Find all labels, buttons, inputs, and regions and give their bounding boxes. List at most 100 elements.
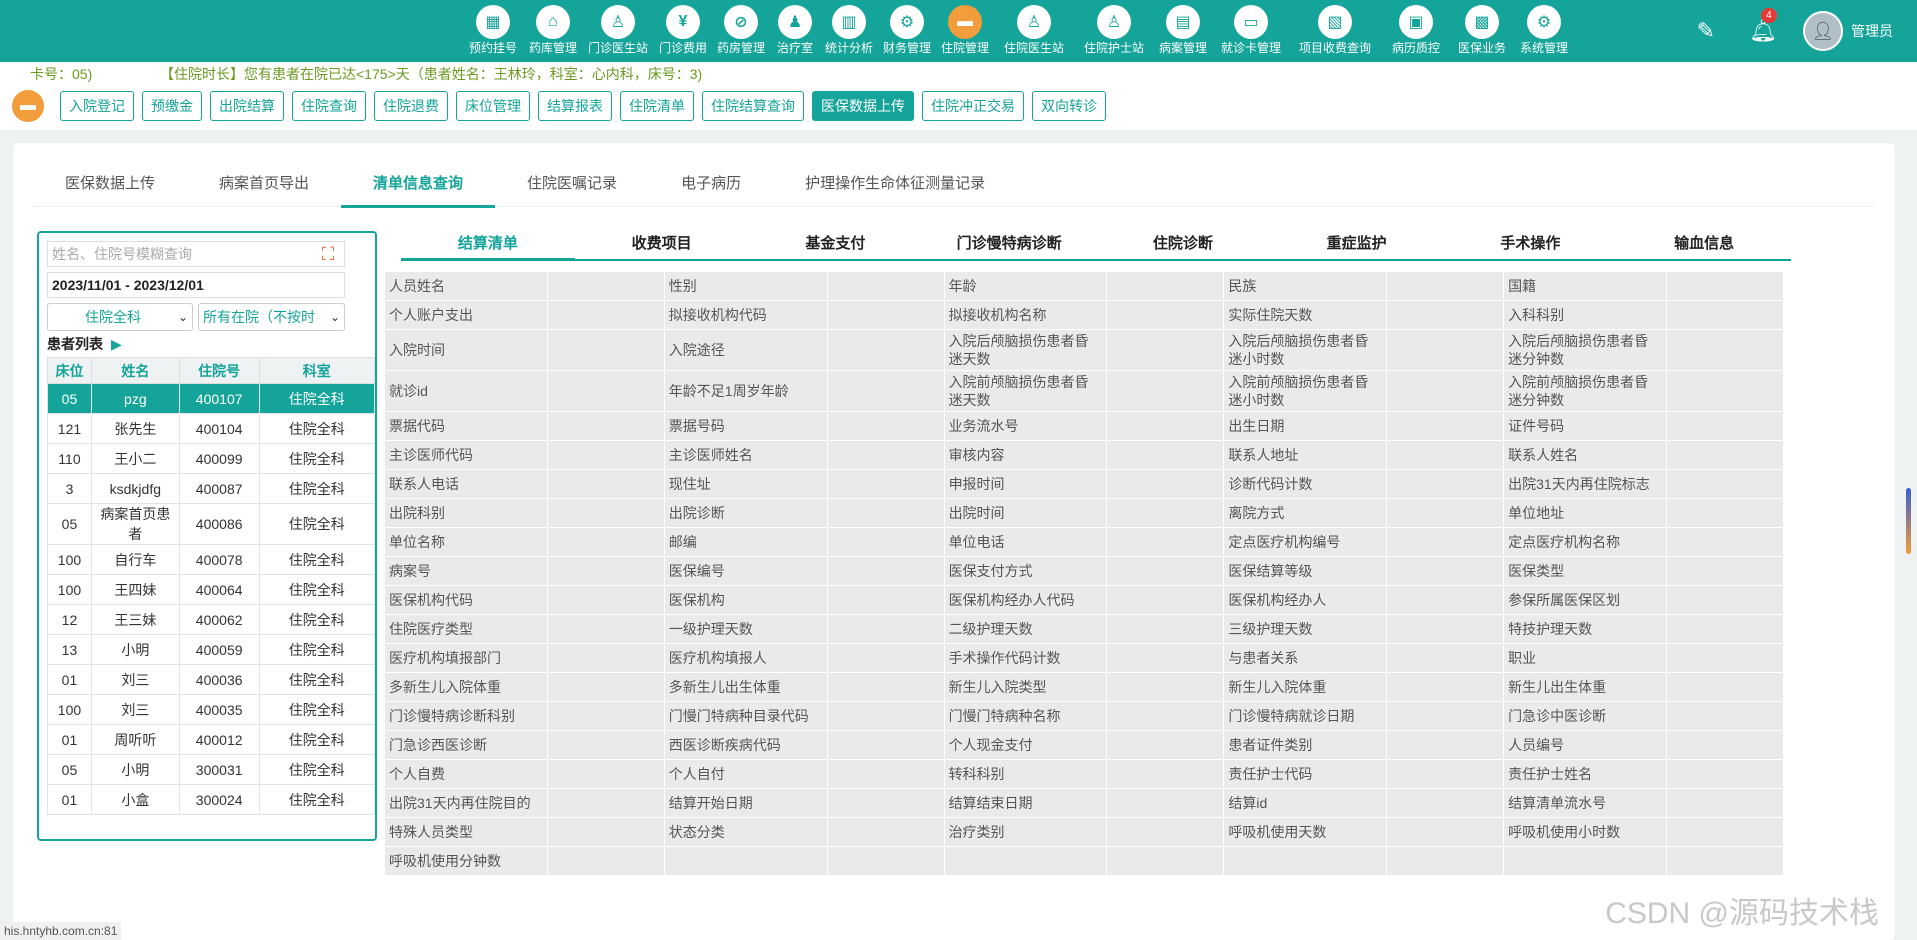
nav-icon: ▦ <box>476 5 510 39</box>
search-input[interactable] <box>52 246 316 262</box>
action-button[interactable]: 床位管理 <box>456 91 530 121</box>
field-label: 病案号 <box>384 556 548 586</box>
nav-item[interactable]: ▩ 医保业务 <box>1452 0 1512 62</box>
table-row[interactable]: 100 刘三 400035 住院全科 <box>47 694 376 725</box>
date-range-picker[interactable]: 2023/11/01 - 2023/12/01 <box>47 272 345 298</box>
table-row[interactable]: 01 周听听 400012 住院全科 <box>47 724 376 755</box>
field-value <box>826 527 945 557</box>
grid-row: 出院科别 出院诊断 出院时间 离院方式 单位地址 <box>384 498 1784 528</box>
field-value <box>1666 846 1784 876</box>
scrollbar-indicator[interactable] <box>1906 488 1911 554</box>
action-button[interactable]: 住院查询 <box>292 91 366 121</box>
sub-tab[interactable]: 手术操作 <box>1444 229 1618 259</box>
field-value <box>1666 271 1784 301</box>
table-cell: 12 <box>47 604 92 635</box>
tab[interactable]: 医保数据上传 <box>33 171 187 207</box>
action-button[interactable]: 住院清单 <box>620 91 694 121</box>
expand-arrow-icon[interactable]: ▶ <box>111 336 122 353</box>
table-row[interactable]: 121 张先生 400104 住院全科 <box>47 413 376 444</box>
field-value <box>1666 469 1784 499</box>
nav-item[interactable]: ⚙ 财务管理 <box>878 0 936 62</box>
action-button[interactable]: 预缴金 <box>142 91 202 121</box>
field-label: 申报时间 <box>943 469 1108 499</box>
action-button[interactable]: 入院登记 <box>60 91 134 121</box>
action-button[interactable]: 结算报表 <box>538 91 612 121</box>
sub-tab[interactable]: 重症监护 <box>1270 229 1444 259</box>
scan-icon[interactable]: ⛶ <box>316 244 340 265</box>
nav-item[interactable]: ▤ 病案管理 <box>1154 0 1212 62</box>
table-cell: 住院全科 <box>258 473 376 504</box>
table-row[interactable]: 100 王四妹 400064 住院全科 <box>47 574 376 605</box>
sub-tab[interactable]: 住院诊断 <box>1096 229 1270 259</box>
field-label: 呼吸机使用小时数 <box>1503 817 1667 847</box>
bell-icon[interactable]: 🔔︎ 4 <box>1749 8 1777 44</box>
tab[interactable]: 电子病历 <box>649 171 773 207</box>
tab[interactable]: 住院医嘱记录 <box>495 171 649 207</box>
nav-item[interactable]: ⌂ 药库管理 <box>524 0 582 62</box>
sub-tab[interactable]: 收费项目 <box>575 229 749 259</box>
nav-item[interactable]: ▥ 统计分析 <box>820 0 878 62</box>
action-button[interactable]: 医保数据上传 <box>812 91 914 121</box>
tab[interactable]: 清单信息查询 <box>341 171 496 208</box>
table-row[interactable]: 01 小盒 300024 住院全科 <box>47 784 376 815</box>
sub-tab[interactable]: 结算清单 <box>401 229 575 261</box>
nav-item[interactable]: ⊘ 药房管理 <box>712 0 770 62</box>
table-cell: 3 <box>47 473 92 504</box>
sub-tab[interactable]: 门诊慢特病诊断 <box>922 229 1096 259</box>
table-row[interactable]: 100 自行车 400078 住院全科 <box>47 544 376 575</box>
nav-item[interactable]: ♙ 门诊医生站 <box>582 0 654 62</box>
nav-item[interactable]: ▦ 预约挂号 <box>462 0 524 62</box>
field-value <box>1386 846 1505 876</box>
table-row[interactable]: 12 王三妹 400062 住院全科 <box>47 604 376 635</box>
field-value <box>1666 701 1784 731</box>
field-value <box>1106 730 1225 760</box>
field-value <box>826 701 945 731</box>
status-select[interactable]: 所有在院（不按时 ⌄ <box>198 303 345 331</box>
field-value <box>1386 759 1505 789</box>
field-label: 邮编 <box>663 527 828 557</box>
nav-item-label: 系统管理 <box>1519 41 1568 55</box>
sub-tab[interactable]: 输血信息 <box>1617 229 1791 259</box>
table-row[interactable]: 3 ksdkjdfg 400087 住院全科 <box>47 473 376 504</box>
nav-item[interactable]: ♟ 治疗室 <box>770 0 820 62</box>
table-row[interactable]: 110 王小二 400099 住院全科 <box>47 443 376 474</box>
table-cell: 小盒 <box>90 784 180 815</box>
field-value <box>546 672 665 702</box>
field-label: 审核内容 <box>943 440 1108 470</box>
action-button[interactable]: 住院退费 <box>374 91 448 121</box>
tab[interactable]: 病案首页导出 <box>187 171 341 207</box>
field-label: 医保机构经办人 <box>1223 585 1388 615</box>
table-cell: 住院全科 <box>258 574 376 605</box>
action-button[interactable]: 住院冲正交易 <box>922 91 1024 121</box>
dept-select[interactable]: 住院全科 ⌄ <box>47 303 193 331</box>
table-row[interactable]: 05 小明 300031 住院全科 <box>47 754 376 785</box>
table-row[interactable]: 05 pzg 400107 住院全科 <box>47 383 376 414</box>
action-button[interactable]: 双向转诊 <box>1032 91 1106 121</box>
action-bar: ▬ 入院登记 预缴金 出院结算 住院查询 住院退费 床位管理 结算报表 住院清单 住院结算查询医… <box>12 90 1114 122</box>
field-label: 实际住院天数 <box>1223 300 1388 330</box>
tab[interactable]: 护理操作生命体征测量记录 <box>773 171 1017 207</box>
field-value <box>826 788 945 818</box>
table-row[interactable]: 13 小明 400059 住院全科 <box>47 634 376 665</box>
field-value <box>546 498 665 528</box>
action-button[interactable]: 出院结算 <box>210 91 284 121</box>
sub-tab[interactable]: 基金支付 <box>749 229 923 259</box>
nav-item[interactable]: ⚙ 系统管理 <box>1512 0 1576 62</box>
table-row[interactable]: 01 刘三 400036 住院全科 <box>47 664 376 695</box>
table-cell: 400062 <box>178 604 260 635</box>
user-name[interactable]: 管理员 <box>1851 21 1893 41</box>
action-button[interactable]: 住院结算查询 <box>702 91 804 121</box>
avatar[interactable]: 👤︎ <box>1803 11 1843 51</box>
nav-item[interactable]: ▬ 住院管理 <box>936 0 994 62</box>
edit-icon[interactable]: ✎ <box>1697 18 1715 44</box>
table-row[interactable]: 05 病案首页患者 400086 住院全科 <box>47 503 376 545</box>
nav-item[interactable]: ▭ 就诊卡管理 <box>1212 0 1290 62</box>
field-label: 出院31天内再住院目的 <box>384 788 548 818</box>
nav-item[interactable]: ♙ 住院护士站 <box>1074 0 1154 62</box>
nav-item[interactable]: ♙ 住院医生站 <box>994 0 1074 62</box>
nav-item[interactable]: ▣ 病历质控 <box>1380 0 1452 62</box>
nav-item[interactable]: ▧ 项目收费查询 <box>1290 0 1380 62</box>
field-value <box>1106 370 1225 412</box>
field-label: 定点医疗机构名称 <box>1503 527 1667 557</box>
nav-item[interactable]: ¥ 门诊费用 <box>654 0 712 62</box>
